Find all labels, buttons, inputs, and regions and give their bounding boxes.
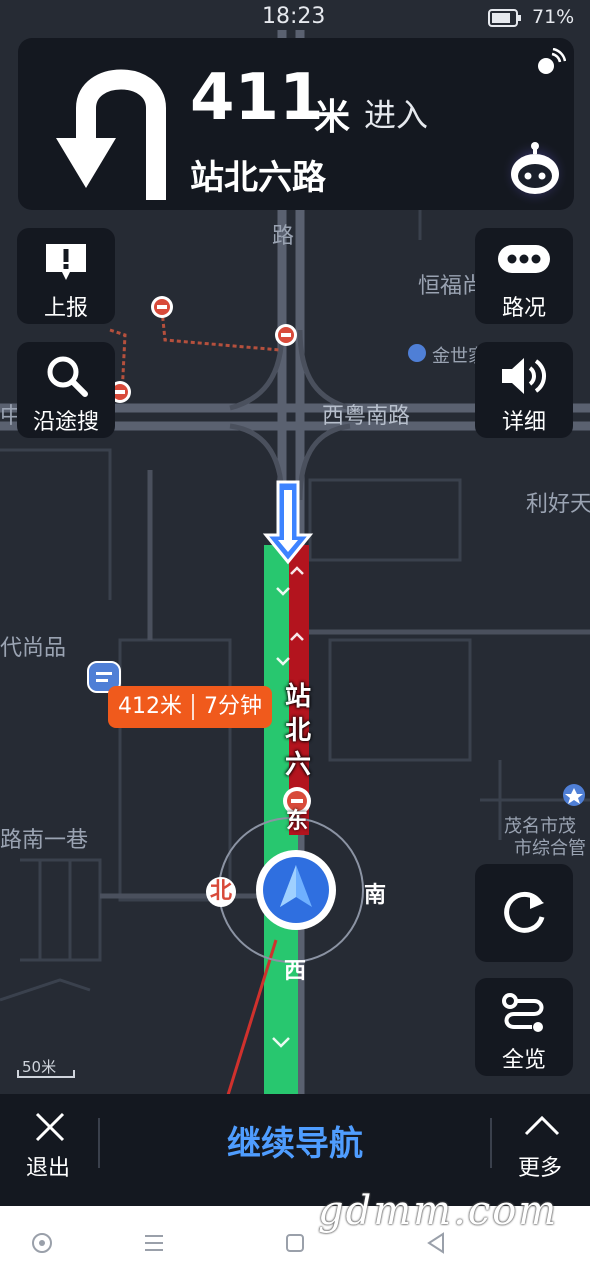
search-along-route-label: 沿途搜 [32, 410, 99, 435]
home-icon[interactable] [283, 1231, 307, 1255]
compass-east: 东 [286, 809, 309, 834]
guidance-panel: 411 米 进入 站北六路 [18, 38, 574, 210]
map-label-lunan-lane: 路南一巷 [0, 828, 89, 853]
divider-right [490, 1118, 492, 1168]
map-label-daishangpin: 代尚品 [0, 636, 67, 661]
more-label: 更多 [518, 1156, 563, 1181]
map-label-road: 路 [272, 224, 295, 249]
menu-icon[interactable] [142, 1231, 166, 1255]
map-label-lihaotian: 利好天 [526, 492, 590, 517]
report-button[interactable]: 上报 [17, 228, 115, 324]
compass-north: 北 [206, 877, 236, 907]
chevron-up-icon [524, 1116, 560, 1136]
watermark: gdmm.com [318, 1188, 559, 1234]
traffic-label: 路况 [501, 296, 546, 321]
gps-signal-icon [538, 48, 566, 74]
eta-separator [192, 694, 194, 720]
exit-label: 退出 [26, 1156, 71, 1181]
status-bar: 18:23 71% [0, 0, 590, 38]
traffic-button[interactable]: 路况 [475, 228, 573, 324]
compass-west: 西 [284, 959, 307, 984]
road-char-2: 北 [284, 716, 311, 746]
u-turn-icon [56, 69, 166, 200]
assistant-circle-icon[interactable] [30, 1231, 54, 1255]
report-label: 上报 [43, 296, 88, 321]
compass: 北 南 东 西 [206, 809, 386, 984]
route-overview-label: 全览 [501, 1048, 546, 1073]
route-overview-button[interactable]: 全览 [475, 978, 573, 1076]
compass-ring [218, 817, 364, 963]
search-icon [47, 356, 88, 397]
status-time: 18:23 [262, 4, 326, 29]
map-label-xiyue-south-road: 西粤南路 [322, 404, 411, 429]
eta-bubble: 412米 7分钟 [108, 686, 272, 728]
road-label-vertical: 站 北 六 [283, 680, 313, 782]
scale-bar [17, 1070, 75, 1078]
close-icon [35, 1112, 65, 1142]
refresh-route-button[interactable] [475, 864, 573, 962]
traffic-icon [498, 245, 550, 273]
voice-detail-button[interactable]: 详细 [475, 342, 573, 438]
distance-unit: 米 [314, 97, 351, 138]
volume-icon [502, 358, 546, 394]
map-scale: 50米 [16, 1056, 76, 1080]
next-road-name: 站北六路 [190, 158, 326, 198]
refresh-icon [504, 891, 545, 933]
road-char-3: 六 [284, 750, 311, 780]
eta-time: 7分钟 [204, 694, 262, 719]
report-icon [46, 244, 86, 280]
road-char-1: 站 [284, 682, 311, 712]
exit-button[interactable]: 退出 [0, 1094, 98, 1206]
maneuver-action: 进入 [364, 96, 429, 134]
continue-navigation-button[interactable]: 继续导航 [100, 1094, 490, 1194]
route-overview-icon [502, 993, 544, 1032]
battery-percent: 71% [532, 6, 575, 28]
voice-assistant-icon[interactable] [500, 136, 570, 206]
eta-distance: 412米 [118, 694, 182, 719]
voice-detail-label: 详细 [501, 410, 546, 435]
back-icon[interactable] [424, 1231, 448, 1255]
search-along-route-button[interactable]: 沿途搜 [17, 342, 115, 438]
battery-icon [488, 9, 521, 27]
distance-value: 411 [190, 61, 324, 135]
map-label-maoming-2: 市综合管 [514, 838, 586, 859]
compass-south: 南 [364, 883, 387, 908]
